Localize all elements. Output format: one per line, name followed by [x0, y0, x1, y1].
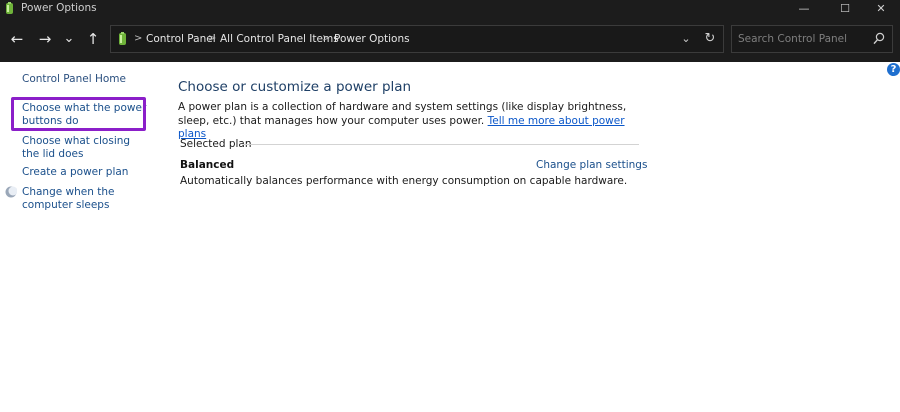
page-description: A power plan is a collection of hardware…	[178, 101, 648, 142]
back-button[interactable]: ←	[7, 28, 27, 50]
forward-button[interactable]: →	[35, 28, 55, 50]
help-button[interactable]: ?	[887, 63, 900, 76]
maximize-button[interactable]: ☐	[828, 0, 862, 18]
address-bar[interactable]: > Control Panel > All Control Panel Item…	[110, 25, 724, 53]
search-icon[interactable]	[872, 31, 886, 47]
refresh-button[interactable]: ↻	[701, 30, 719, 48]
highlight-box	[11, 97, 146, 131]
sidebar-item-control-panel-home[interactable]: Control Panel Home	[22, 73, 147, 86]
search-input[interactable]	[738, 31, 868, 47]
window-title: Power Options	[21, 2, 97, 14]
breadcrumb-separator: >	[208, 33, 217, 44]
change-plan-settings-link[interactable]: Change plan settings	[536, 159, 647, 171]
moon-icon	[5, 186, 17, 198]
selected-plan-heading: Selected plan	[180, 138, 252, 150]
page-title: Choose or customize a power plan	[178, 79, 412, 95]
sidebar-item-closing-lid[interactable]: Choose what closing the lid does	[22, 135, 147, 161]
breadcrumb-separator: >	[322, 33, 331, 44]
sidebar-item-create-plan[interactable]: Create a power plan	[22, 166, 147, 179]
section-divider	[243, 144, 639, 145]
recent-locations-button[interactable]: ⌄	[59, 28, 79, 50]
breadcrumb-all-items[interactable]: All Control Panel Items	[220, 33, 339, 45]
minimize-button[interactable]: —	[787, 0, 821, 18]
power-options-icon	[6, 2, 13, 14]
breadcrumb-power-options[interactable]: Power Options	[334, 33, 410, 45]
control-panel-icon	[119, 32, 126, 45]
plan-name: Balanced	[180, 159, 235, 171]
breadcrumb-separator: >	[134, 33, 143, 44]
address-dropdown-button[interactable]: ⌄	[678, 31, 694, 47]
plan-description: Automatically balances performance with …	[180, 175, 628, 187]
search-box[interactable]	[731, 25, 893, 53]
title-bar: Power Options — ☐ ✕	[0, 0, 900, 18]
close-button[interactable]: ✕	[864, 0, 898, 18]
breadcrumb-control-panel[interactable]: Control Panel	[146, 33, 216, 45]
sidebar-item-computer-sleeps[interactable]: Change when the computer sleeps	[22, 186, 147, 212]
up-button[interactable]: ↑	[83, 28, 103, 50]
